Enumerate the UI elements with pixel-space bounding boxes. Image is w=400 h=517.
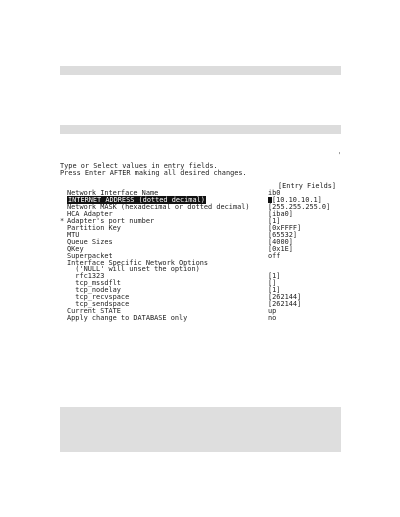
instruction-line-2: Press Enter AFTER making all desired cha… xyxy=(60,169,247,177)
field-value[interactable]: no xyxy=(268,314,277,323)
field-value-text: off xyxy=(268,251,281,260)
field-value-text: no xyxy=(268,314,277,323)
field-label: Apply change to DATABASE only xyxy=(67,314,188,323)
top-gray-band xyxy=(60,66,341,75)
middle-gray-band xyxy=(60,125,341,134)
bottom-gray-panel xyxy=(60,407,341,452)
stray-mark: ' xyxy=(337,151,342,160)
entry-fields-header: [Entry Fields] xyxy=(278,182,337,190)
required-marker: * xyxy=(60,216,65,225)
field-value[interactable]: off xyxy=(268,251,281,260)
field-label-text: Apply change to DATABASE only xyxy=(67,314,188,323)
